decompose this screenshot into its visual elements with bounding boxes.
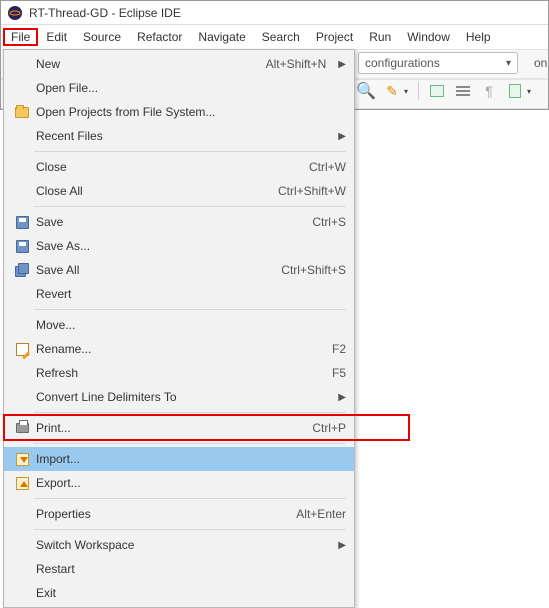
menu-item-label: Close All <box>36 184 258 198</box>
menu-item-accelerator: Alt+Enter <box>276 507 346 521</box>
menu-item-accelerator: Ctrl+Shift+S <box>261 263 346 277</box>
menu-item-label: Rename... <box>36 342 312 356</box>
menu-refactor[interactable]: Refactor <box>129 28 190 46</box>
menu-item-accelerator: F2 <box>312 342 346 356</box>
secondary-toolbar: 🔍 ✎ ▾ ¶ ▾ <box>358 82 531 100</box>
menu-navigate[interactable]: Navigate <box>190 28 253 46</box>
menu-item-label: Save All <box>36 263 261 277</box>
menu-item-close[interactable]: CloseCtrl+W <box>4 155 354 179</box>
menu-item-switch-workspace[interactable]: Switch Workspace▶ <box>4 533 354 557</box>
menu-item-label: Save As... <box>36 239 346 253</box>
window-title: RT-Thread-GD - Eclipse IDE <box>29 6 181 20</box>
menu-item-label: Import... <box>36 452 346 466</box>
save-icon <box>12 240 32 253</box>
menu-item-print[interactable]: Print...Ctrl+P <box>4 416 354 440</box>
print-icon <box>12 423 32 433</box>
menu-item-open-file[interactable]: Open File... <box>4 76 354 100</box>
menu-help[interactable]: Help <box>458 28 499 46</box>
submenu-arrow-icon: ▶ <box>326 59 346 70</box>
toggle-word-wrap-icon[interactable] <box>455 83 471 99</box>
menu-item-recent-files[interactable]: Recent Files▶ <box>4 124 354 148</box>
folder-icon <box>12 107 32 118</box>
menu-window[interactable]: Window <box>399 28 458 46</box>
menubar: FileEditSourceRefactorNavigateSearchProj… <box>1 25 548 49</box>
menu-run[interactable]: Run <box>361 28 399 46</box>
menu-separator <box>34 151 346 152</box>
menu-item-new[interactable]: NewAlt+Shift+N▶ <box>4 52 354 76</box>
save-icon <box>12 216 32 229</box>
submenu-arrow-icon: ▶ <box>326 131 346 142</box>
menu-item-open-projects-from-file-system[interactable]: Open Projects from File System... <box>4 100 354 124</box>
menu-item-label: Close <box>36 160 289 174</box>
menu-item-label: Export... <box>36 476 346 490</box>
menu-item-accelerator: Ctrl+W <box>289 160 346 174</box>
chevron-down-icon[interactable]: ▾ <box>404 87 408 96</box>
configurations-dropdown[interactable]: configurations ▾ <box>358 52 518 74</box>
menu-item-import[interactable]: Import... <box>4 447 354 471</box>
menu-item-label: Properties <box>36 507 276 521</box>
menu-separator <box>34 529 346 530</box>
submenu-arrow-icon: ▶ <box>326 540 346 551</box>
export-icon <box>12 477 32 490</box>
menu-item-exit[interactable]: Exit <box>4 581 354 605</box>
menu-item-properties[interactable]: PropertiesAlt+Enter <box>4 502 354 526</box>
file-menu-dropdown: NewAlt+Shift+N▶Open File...Open Projects… <box>3 49 355 608</box>
highlight-icon[interactable]: ✎ <box>384 83 400 99</box>
menu-separator <box>34 498 346 499</box>
menu-item-label: Open File... <box>36 81 346 95</box>
menu-separator <box>34 443 346 444</box>
configurations-label: configurations <box>365 56 440 70</box>
menu-item-rename[interactable]: Rename...F2 <box>4 337 354 361</box>
menu-item-refresh[interactable]: RefreshF5 <box>4 361 354 385</box>
menu-item-save[interactable]: SaveCtrl+S <box>4 210 354 234</box>
menu-item-move[interactable]: Move... <box>4 313 354 337</box>
save-all-icon <box>12 263 32 278</box>
menu-item-label: Recent Files <box>36 129 326 143</box>
search-icon[interactable]: 🔍 <box>358 83 374 99</box>
toolbar-on-text: on <box>534 56 547 70</box>
chevron-down-icon[interactable]: ▾ <box>527 87 531 96</box>
menu-item-label: Save <box>36 215 292 229</box>
menu-item-close-all[interactable]: Close AllCtrl+Shift+W <box>4 179 354 203</box>
menu-item-save-all[interactable]: Save AllCtrl+Shift+S <box>4 258 354 282</box>
show-whitespace-icon[interactable]: ¶ <box>481 83 497 99</box>
menu-item-label: Switch Workspace <box>36 538 326 552</box>
menu-source[interactable]: Source <box>75 28 129 46</box>
menu-item-label: Exit <box>36 586 346 600</box>
menu-item-label: Refresh <box>36 366 312 380</box>
titlebar: RT-Thread-GD - Eclipse IDE <box>1 1 548 25</box>
menu-file[interactable]: File <box>3 28 38 46</box>
submenu-arrow-icon: ▶ <box>326 392 346 403</box>
menu-item-label: Revert <box>36 287 346 301</box>
chevron-down-icon: ▾ <box>506 58 511 69</box>
menu-item-convert-line-delimiters-to[interactable]: Convert Line Delimiters To▶ <box>4 385 354 409</box>
menu-project[interactable]: Project <box>308 28 361 46</box>
menu-separator <box>34 309 346 310</box>
menu-item-accelerator: Ctrl+S <box>292 215 346 229</box>
menu-item-label: Convert Line Delimiters To <box>36 390 326 404</box>
menu-item-label: Move... <box>36 318 346 332</box>
menu-search[interactable]: Search <box>254 28 308 46</box>
toggle-block-icon[interactable] <box>429 83 445 99</box>
menu-item-accelerator: F5 <box>312 366 346 380</box>
rename-icon <box>12 343 32 356</box>
menu-item-label: Open Projects from File System... <box>36 105 346 119</box>
menu-item-label: New <box>36 57 246 71</box>
menu-separator <box>34 412 346 413</box>
page-view-icon[interactable] <box>507 83 523 99</box>
menu-item-accelerator: Alt+Shift+N <box>246 57 327 71</box>
eclipse-logo-icon <box>7 5 23 21</box>
menu-item-restart[interactable]: Restart <box>4 557 354 581</box>
import-icon <box>12 453 32 466</box>
menu-item-label: Restart <box>36 562 346 576</box>
menu-item-accelerator: Ctrl+Shift+W <box>258 184 346 198</box>
menu-separator <box>34 206 346 207</box>
toolbar-separator <box>418 82 419 100</box>
menu-item-revert[interactable]: Revert <box>4 282 354 306</box>
menu-item-label: Print... <box>36 421 292 435</box>
menu-item-export[interactable]: Export... <box>4 471 354 495</box>
menu-edit[interactable]: Edit <box>38 28 75 46</box>
menu-item-accelerator: Ctrl+P <box>292 421 346 435</box>
menu-item-save-as[interactable]: Save As... <box>4 234 354 258</box>
